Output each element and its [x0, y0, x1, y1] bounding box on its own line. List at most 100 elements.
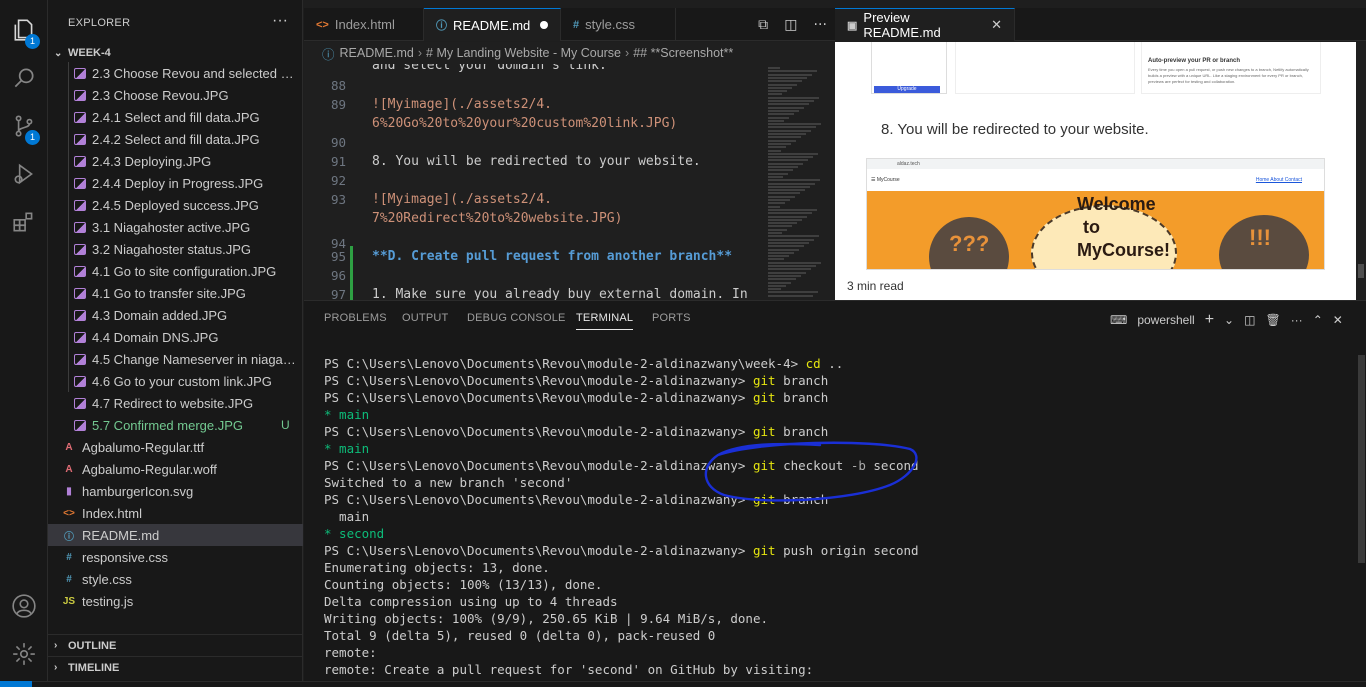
source-control-icon[interactable]: 1 — [0, 102, 48, 150]
file-item[interactable]: # responsive.css — [48, 546, 303, 568]
trash-icon[interactable]: 🗑 — [1265, 313, 1280, 327]
minimap[interactable] — [764, 64, 835, 300]
timeline-label: TIMELINE — [68, 661, 120, 674]
terminal-prompt: PS C:\Users\Lenovo\Documents\Revou\modul… — [324, 424, 746, 439]
file-item[interactable]: 2.4.5 Deployed success.JPG — [48, 194, 303, 216]
scrollbar-thumb[interactable] — [1358, 355, 1365, 563]
folder-header[interactable]: ⌄ WEEK-4 — [48, 42, 303, 64]
code-line[interactable]: 7%20Redirect%20to%20website.JPG) — [372, 211, 622, 226]
split-editor-icon[interactable]: ◫ — [784, 17, 797, 33]
file-name: 2.4.5 Deployed success.JPG — [92, 197, 259, 213]
tab-problems[interactable]: PROBLEMS — [324, 312, 387, 324]
file-item[interactable]: 4.5 Change Nameserver in niagaho... — [48, 348, 303, 370]
code-line[interactable]: and select your domain's link. — [372, 64, 607, 73]
file-item[interactable]: 2.4.1 Select and fill data.JPG — [48, 106, 303, 128]
accounts-icon[interactable] — [0, 582, 48, 630]
chevron-down-icon[interactable]: ⌄ — [1224, 313, 1234, 327]
open-preview-icon[interactable]: ⧉ — [758, 17, 768, 33]
file-item[interactable]: 3.2 Niagahoster status.JPG — [48, 238, 303, 260]
file-item[interactable]: 2.4.4 Deploy in Progress.JPG — [48, 172, 303, 194]
file-item[interactable]: 2.4.2 Select and fill data.JPG — [48, 128, 303, 150]
code-line[interactable]: 1. Make sure you already buy external do… — [372, 287, 748, 300]
file-item[interactable]: A Agbalumo-Regular.woff — [48, 458, 303, 480]
outline-section[interactable]: › OUTLINE — [48, 634, 303, 656]
search-icon[interactable] — [0, 54, 48, 102]
file-item[interactable]: # style.css — [48, 568, 303, 590]
code-line[interactable]: ![Myimage](./assets2/4. — [372, 192, 552, 207]
minimap-line — [768, 245, 804, 248]
breadcrumb-file[interactable]: README.md — [340, 46, 414, 60]
file-item[interactable]: 4.1 Go to transfer site.JPG — [48, 282, 303, 304]
code-line[interactable]: **D. Create pull request from another br… — [372, 249, 732, 264]
file-item[interactable]: 3.1 Niagahoster active.JPG — [48, 216, 303, 238]
file-item[interactable]: 4.7 Redirect to website.JPG — [48, 392, 303, 414]
explorer-more-icon[interactable]: ··· — [272, 12, 288, 30]
file-item[interactable]: 4.6 Go to your custom link.JPG — [48, 370, 303, 392]
file-name: 4.5 Change Nameserver in niagaho... — [92, 351, 303, 367]
preview-scrollbar[interactable] — [1356, 42, 1366, 300]
img-file-icon — [74, 309, 86, 321]
file-item[interactable]: ⓘ README.md — [48, 524, 303, 546]
tab-preview-readme[interactable]: ▣ Preview README.md ✕ — [835, 8, 1015, 41]
line-number-gutter: 88 89 90 91 92 93 94 95 96 97 — [304, 64, 356, 300]
close-icon[interactable]: ✕ — [991, 17, 1002, 33]
file-item[interactable]: 4.1 Go to site configuration.JPG — [48, 260, 303, 282]
terminal-command: git — [752, 373, 776, 388]
unsaved-dot-icon[interactable] — [540, 21, 548, 29]
close-panel-icon[interactable]: ✕ — [1333, 313, 1343, 327]
timeline-section[interactable]: › TIMELINE — [48, 656, 303, 678]
split-terminal-icon[interactable]: ◫ — [1244, 313, 1255, 327]
file-item[interactable]: 2.4.3 Deploying.JPG — [48, 150, 303, 172]
file-item[interactable]: 2.3 Choose Revou.JPG — [48, 84, 303, 106]
maximize-panel-icon[interactable]: ⌃ — [1313, 313, 1323, 327]
file-item[interactable]: ▮ hamburgerIcon.svg — [48, 480, 303, 502]
css-file-icon: # — [66, 573, 72, 585]
explorer-sidebar: EXPLORER ··· ⌄ WEEK-4 2.3 Choose Revou a… — [48, 0, 303, 681]
code-line[interactable]: ![Myimage](./assets2/4. — [372, 97, 552, 112]
tab-index-html[interactable]: <> Index.html — [304, 8, 424, 41]
scrollbar-thumb[interactable] — [1358, 264, 1364, 278]
git-status-badge: U — [281, 418, 290, 432]
breadcrumb-heading-1[interactable]: # My Landing Website - My Course — [426, 46, 621, 60]
code-editor[interactable]: 88 89 90 91 92 93 94 95 96 97 and select your dom… — [304, 64, 764, 300]
file-item[interactable]: 5.7 Confirmed merge.JPG U — [48, 414, 303, 436]
run-debug-icon[interactable] — [0, 150, 48, 198]
terminal-command: git — [752, 543, 776, 558]
code-line[interactable]: 8. You will be redirected to your websit… — [372, 154, 701, 169]
terminal-line: PS C:\Users\Lenovo\Documents\Revou\modul… — [324, 423, 1344, 440]
tab-ports[interactable]: PORTS — [652, 312, 691, 324]
tab-terminal[interactable]: TERMINAL — [576, 312, 634, 330]
terminal-args: branch — [775, 424, 829, 439]
extensions-icon[interactable] — [0, 198, 48, 246]
manage-gear-icon[interactable] — [0, 630, 48, 678]
tab-readme-md[interactable]: ⓘ README.md — [424, 8, 561, 41]
minimap-line — [768, 202, 785, 205]
file-item[interactable]: 2.3 Choose Revou and selected mo... — [48, 62, 303, 84]
tab-output[interactable]: OUTPUT — [402, 312, 448, 324]
tab-debug-console[interactable]: DEBUG CONSOLE — [467, 312, 566, 324]
more-icon[interactable]: ··· — [1291, 313, 1303, 327]
shell-label[interactable]: powershell — [1137, 313, 1194, 327]
minimap-line — [768, 218, 802, 221]
file-item[interactable]: 4.4 Domain DNS.JPG — [48, 326, 303, 348]
file-item[interactable]: A Agbalumo-Regular.ttf — [48, 436, 303, 458]
minimap-line — [768, 159, 808, 162]
exclaim-marks: !!! — [1249, 225, 1271, 250]
tab-style-css[interactable]: # style.css — [561, 8, 676, 41]
terminal-scrollbar[interactable] — [1356, 355, 1366, 682]
markdown-preview[interactable]: Upgrade Auto-preview your PR or branch E… — [835, 42, 1356, 300]
minimap-line — [768, 172, 788, 175]
minimap-line — [768, 90, 787, 93]
file-item[interactable]: <> Index.html — [48, 502, 303, 524]
remote-indicator[interactable] — [0, 681, 32, 687]
new-terminal-icon[interactable]: + — [1205, 311, 1214, 329]
explorer-icon[interactable]: 1 — [0, 6, 48, 54]
breadcrumb-heading-2[interactable]: ## **Screenshot** — [633, 46, 733, 60]
more-actions-icon[interactable]: ··· — [814, 17, 827, 33]
file-item[interactable]: 4.3 Domain added.JPG — [48, 304, 303, 326]
terminal-output[interactable]: PS C:\Users\Lenovo\Documents\Revou\modul… — [324, 355, 1344, 682]
file-item[interactable]: JS testing.js — [48, 590, 303, 612]
code-line[interactable]: 6%20Go%20to%20your%20custom%20link.JPG) — [372, 116, 677, 131]
